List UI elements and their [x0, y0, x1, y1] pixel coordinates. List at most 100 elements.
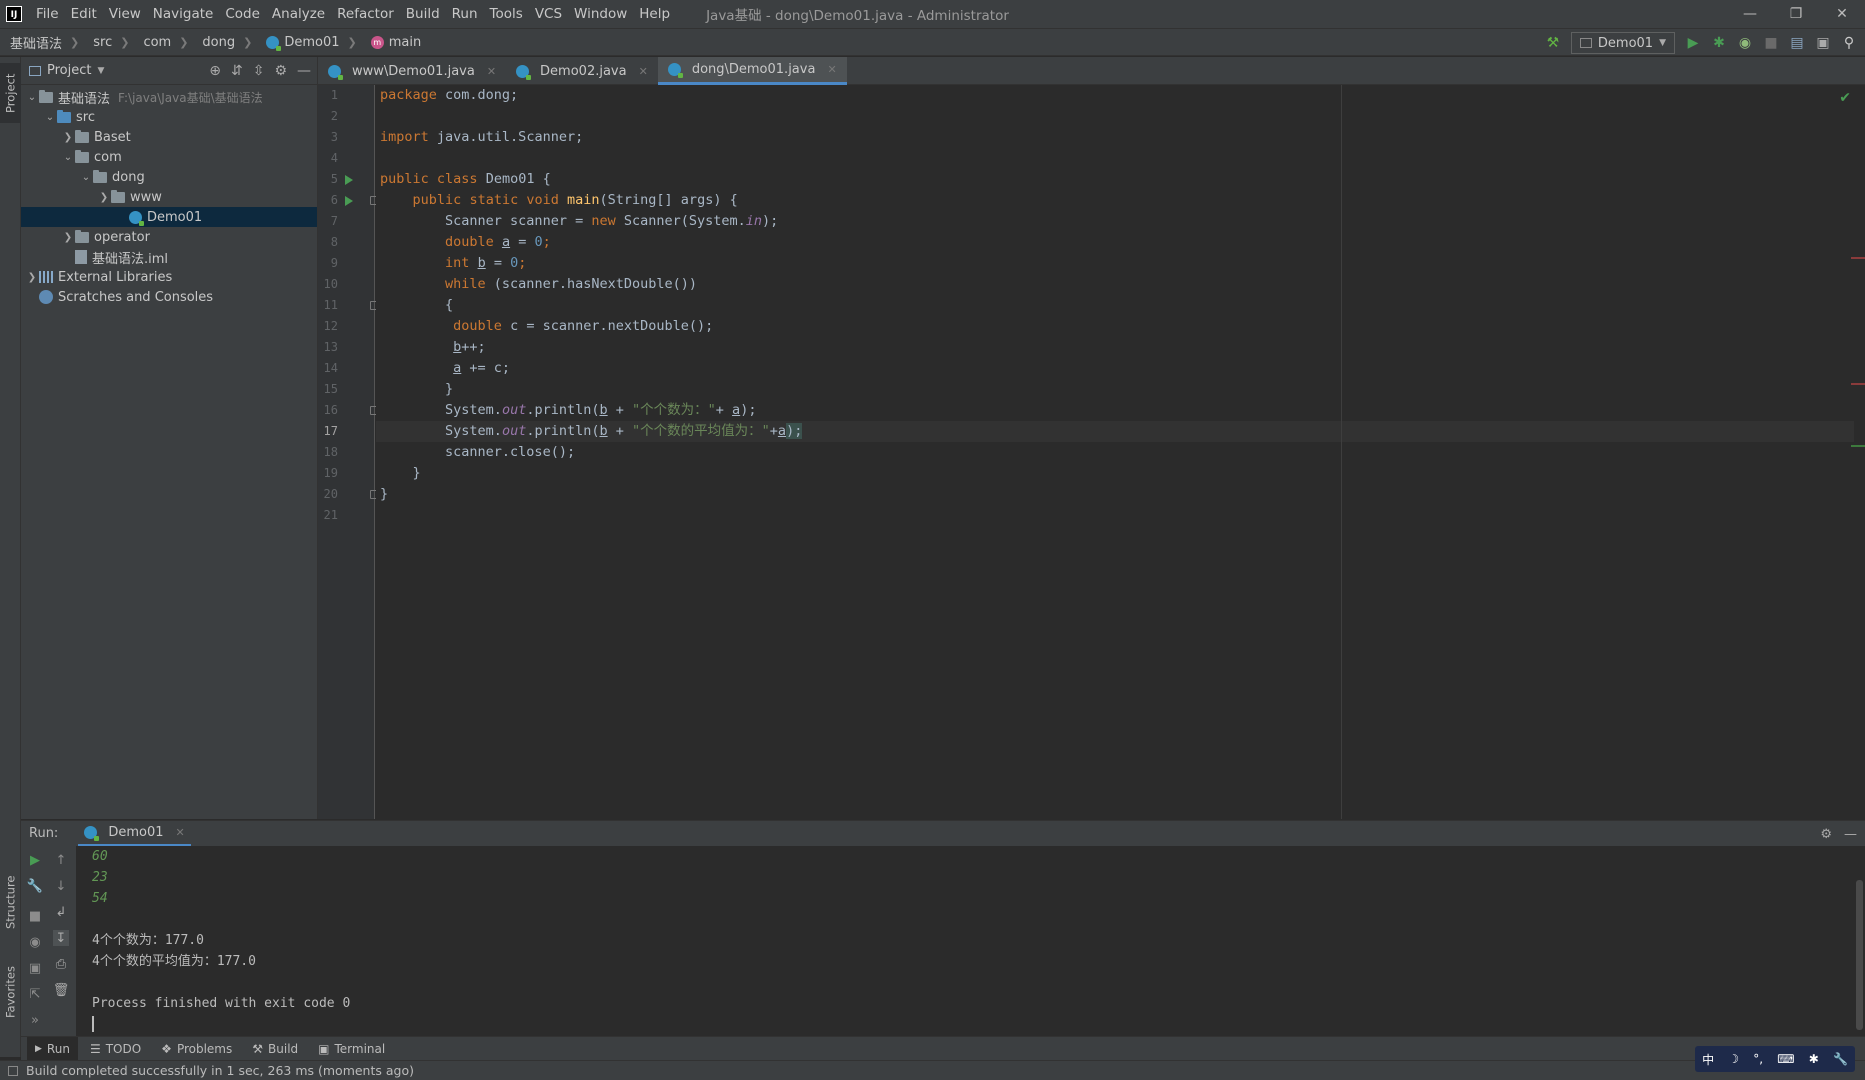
punctuation-icon[interactable]: °,	[1753, 1052, 1763, 1066]
status-toggle-icon[interactable]	[8, 1065, 18, 1076]
menu-run[interactable]: Run	[446, 0, 484, 28]
camera-icon[interactable]: ◉	[27, 934, 43, 950]
console-input-line: 23	[92, 870, 108, 885]
tree-item-com[interactable]: ⌄ com	[21, 147, 317, 167]
menu-vcs[interactable]: VCS	[529, 0, 568, 28]
arrow-down-icon[interactable]: ↓	[53, 878, 69, 894]
menu-analyze[interactable]: Analyze	[266, 0, 331, 28]
menu-edit[interactable]: Edit	[65, 0, 103, 28]
tree-item-baset[interactable]: ❯ Baset	[21, 127, 317, 147]
minimize-icon[interactable]: —	[1727, 0, 1773, 28]
chevron-down-icon[interactable]: ▼	[97, 66, 104, 76]
error-stripe-mark[interactable]	[1851, 257, 1865, 259]
tab-dong-demo01[interactable]: dong\Demo01.java ✕	[657, 57, 847, 85]
menu-refactor[interactable]: Refactor	[331, 0, 400, 28]
change-stripe-mark[interactable]	[1851, 445, 1865, 447]
code-text: +	[607, 423, 633, 439]
tree-item-operator[interactable]: ❯ operator	[21, 227, 317, 247]
menu-code[interactable]: Code	[219, 0, 266, 28]
wrench-icon[interactable]: 🔧	[27, 878, 43, 894]
tool-tab-todo[interactable]: ☰ TODO	[82, 1037, 149, 1061]
project-structure-icon[interactable]: ▤	[1789, 35, 1805, 51]
run-class-gutter-icon[interactable]	[345, 175, 353, 185]
arrow-up-icon[interactable]: ↑	[53, 852, 69, 868]
trash-icon[interactable]: 🗑	[53, 982, 70, 998]
hide-icon[interactable]: —	[1844, 827, 1857, 842]
wrench-icon[interactable]: 🔧	[1833, 1052, 1848, 1066]
stop-icon[interactable]: ■	[1763, 35, 1779, 51]
console-output[interactable]: 60 23 54 4个个数为：177.0 4个个数的平均值为：177.0 Pro…	[76, 846, 1865, 1036]
restore-icon[interactable]: ❐	[1773, 0, 1819, 28]
asterisk-icon[interactable]: ✱	[1809, 1052, 1819, 1066]
error-stripe-mark[interactable]	[1851, 383, 1865, 385]
debug-icon[interactable]: ✱	[1711, 35, 1727, 51]
tool-tab-problems[interactable]: ❖ Problems	[153, 1037, 240, 1061]
tool-tab-build[interactable]: ⚒ Build	[244, 1037, 306, 1061]
close-icon[interactable]: ✕	[827, 63, 836, 76]
hide-icon[interactable]: —	[297, 63, 311, 79]
menu-build[interactable]: Build	[400, 0, 446, 28]
build-hammer-icon[interactable]: ⚒	[1545, 35, 1561, 51]
tree-item-external-libraries[interactable]: ❯ External Libraries	[21, 267, 317, 287]
tree-item-demo01[interactable]: Demo01	[21, 207, 317, 227]
run-configuration-select[interactable]: Demo01 ▼	[1570, 32, 1675, 54]
tree-item-dong[interactable]: ⌄ dong	[21, 167, 317, 187]
gear-icon[interactable]: ⚙	[1820, 827, 1832, 842]
close-icon[interactable]: ✕	[175, 826, 184, 839]
breadcrumb-method[interactable]: m main	[361, 35, 425, 50]
tree-item-src[interactable]: ⌄ src	[21, 107, 317, 127]
tree-item-iml[interactable]: 基础语法.iml	[21, 247, 317, 267]
moon-icon[interactable]: ☽	[1728, 1052, 1739, 1066]
exit-icon[interactable]: ⇱	[27, 986, 43, 1002]
run-main-gutter-icon[interactable]	[345, 196, 353, 206]
breadcrumb-class[interactable]: Demo01 ❯	[256, 35, 360, 51]
editor-scrollbar[interactable]	[1851, 85, 1865, 819]
close-icon[interactable]: ✕	[487, 65, 496, 78]
breadcrumb-com[interactable]: com ❯	[133, 35, 192, 50]
run-icon[interactable]: ▶	[1685, 35, 1701, 51]
tool-tab-project[interactable]: Project	[0, 63, 21, 123]
keyboard-icon[interactable]: ⌨	[1777, 1052, 1794, 1066]
menu-tools[interactable]: Tools	[484, 0, 529, 28]
keyword: public	[380, 171, 429, 187]
rerun-icon[interactable]: ▶	[27, 852, 43, 868]
project-title[interactable]: Project	[47, 63, 91, 78]
run-tab-demo01[interactable]: Demo01 ✕	[78, 821, 191, 847]
search-icon[interactable]: ⚲	[1841, 35, 1857, 51]
breadcrumb-project[interactable]: 基础语法 ❯	[0, 33, 83, 52]
locate-icon[interactable]: ⊕	[209, 63, 221, 79]
more-icon[interactable]: »	[27, 1012, 43, 1028]
breadcrumb-dong[interactable]: dong ❯	[192, 35, 256, 50]
print-icon[interactable]: ⎙	[53, 956, 69, 972]
soft-wrap-icon[interactable]: ↲	[53, 904, 69, 920]
menu-file[interactable]: File	[30, 0, 65, 28]
layout-icon[interactable]: ▣	[1815, 35, 1831, 51]
inspection-ok-icon[interactable]: ✔	[1839, 90, 1851, 106]
ime-chinese-mode[interactable]: 中	[1702, 1051, 1714, 1068]
menu-help[interactable]: Help	[633, 0, 676, 28]
tool-tab-structure[interactable]: Structure	[0, 867, 21, 937]
code-editor[interactable]: package com.dong; import java.util.Scann…	[376, 85, 1854, 819]
tool-tab-favorites[interactable]: Favorites	[0, 957, 21, 1027]
menu-view[interactable]: View	[103, 0, 147, 28]
tab-demo02[interactable]: Demo02.java ✕	[506, 57, 658, 85]
close-icon[interactable]: ✕	[1819, 0, 1865, 28]
tree-item-www[interactable]: ❯ www	[21, 187, 317, 207]
tree-item-scratches[interactable]: Scratches and Consoles	[21, 287, 317, 307]
collapse-all-icon[interactable]: ⇳	[253, 63, 265, 79]
console-scrollbar[interactable]	[1856, 880, 1863, 1030]
coverage-icon[interactable]: ◉	[1737, 35, 1753, 51]
expand-all-icon[interactable]: ⇵	[231, 63, 243, 79]
tab-www-demo01[interactable]: www\Demo01.java ✕	[318, 57, 506, 85]
menu-navigate[interactable]: Navigate	[147, 0, 220, 28]
tool-tab-terminal[interactable]: ▣ Terminal	[310, 1037, 393, 1061]
tool-tab-run[interactable]: ▶ Run	[27, 1036, 78, 1061]
gear-icon[interactable]: ⚙	[274, 63, 287, 79]
close-icon[interactable]: ✕	[639, 65, 648, 78]
menu-window[interactable]: Window	[568, 0, 633, 28]
stop-icon[interactable]: ■	[27, 908, 43, 924]
restore-layout-icon[interactable]: ▣	[27, 960, 43, 976]
scroll-to-end-icon[interactable]: ↧	[53, 930, 69, 946]
breadcrumb-src[interactable]: src ❯	[83, 35, 133, 50]
tree-item-root[interactable]: ⌄ 基础语法 F:\java\Java基础\基础语法	[21, 87, 317, 107]
